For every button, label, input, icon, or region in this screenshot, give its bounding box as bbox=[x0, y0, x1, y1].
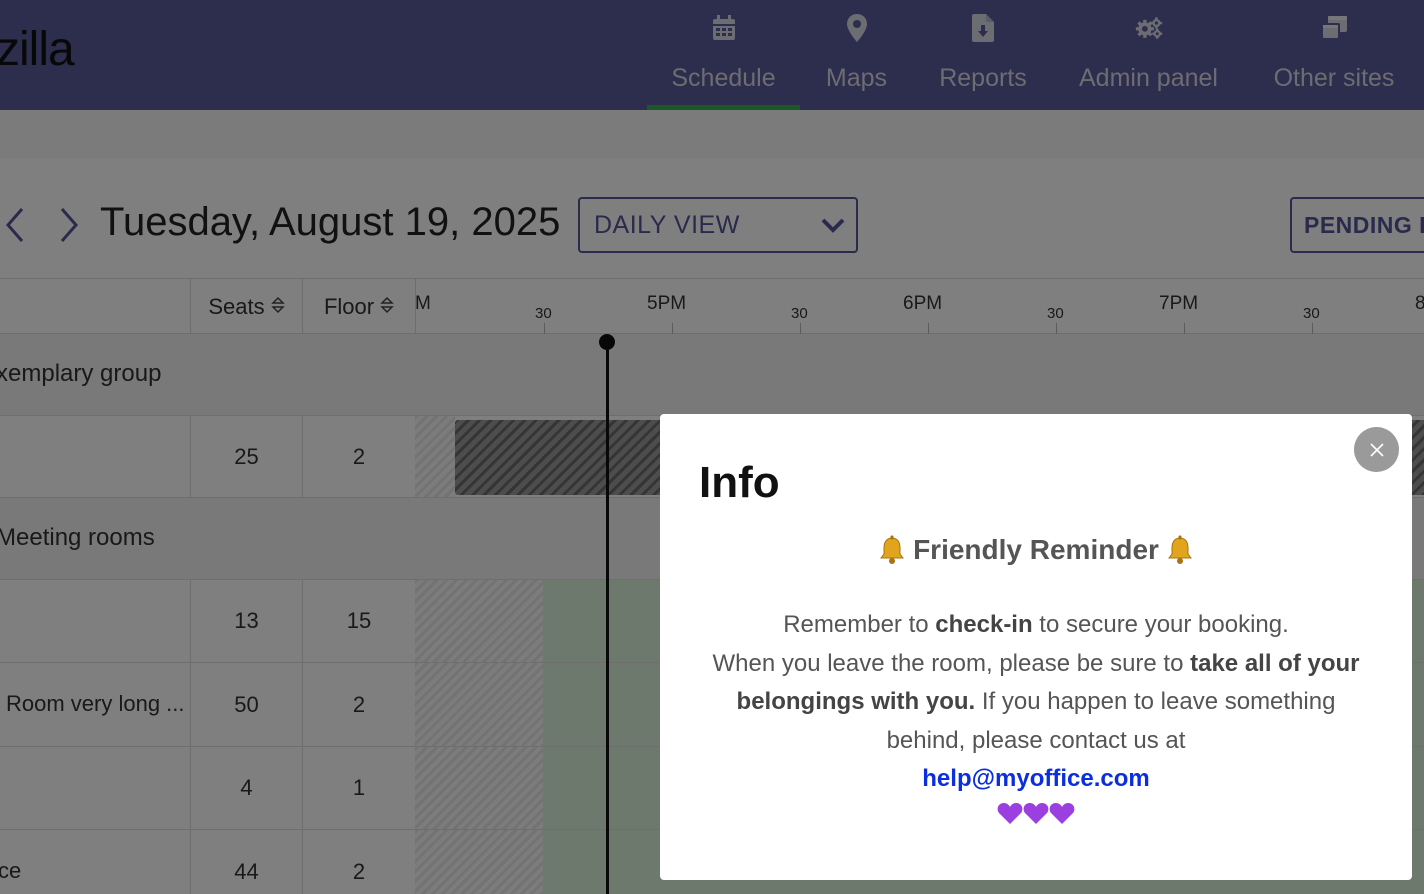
info-modal: Info Friendly Reminder Remember to check… bbox=[660, 414, 1412, 880]
message-bold-text: check-in bbox=[935, 611, 1033, 638]
message-text: to secure your booking. bbox=[1032, 611, 1289, 638]
bell-icon bbox=[1167, 535, 1192, 564]
reminder-heading: Friendly Reminder bbox=[700, 534, 1372, 566]
support-email-link[interactable]: help@myoffice.com bbox=[922, 765, 1149, 792]
message-text: When you leave the room, please be sure … bbox=[712, 649, 1191, 677]
purple-heart-icon bbox=[1023, 802, 1049, 824]
close-icon bbox=[1369, 442, 1384, 457]
hearts-row bbox=[700, 801, 1372, 825]
reminder-title: Friendly Reminder bbox=[913, 534, 1159, 565]
reminder-message: Remember to check-in to secure your book… bbox=[700, 606, 1372, 799]
modal-title: Info bbox=[699, 458, 780, 507]
message-text: Remember to bbox=[783, 611, 936, 638]
close-button[interactable] bbox=[1354, 427, 1399, 472]
bell-icon bbox=[880, 535, 905, 564]
modal-body: Friendly Reminder Remember to check-in t… bbox=[700, 534, 1372, 825]
purple-heart-icon bbox=[1049, 802, 1075, 824]
purple-heart-icon bbox=[997, 802, 1023, 824]
